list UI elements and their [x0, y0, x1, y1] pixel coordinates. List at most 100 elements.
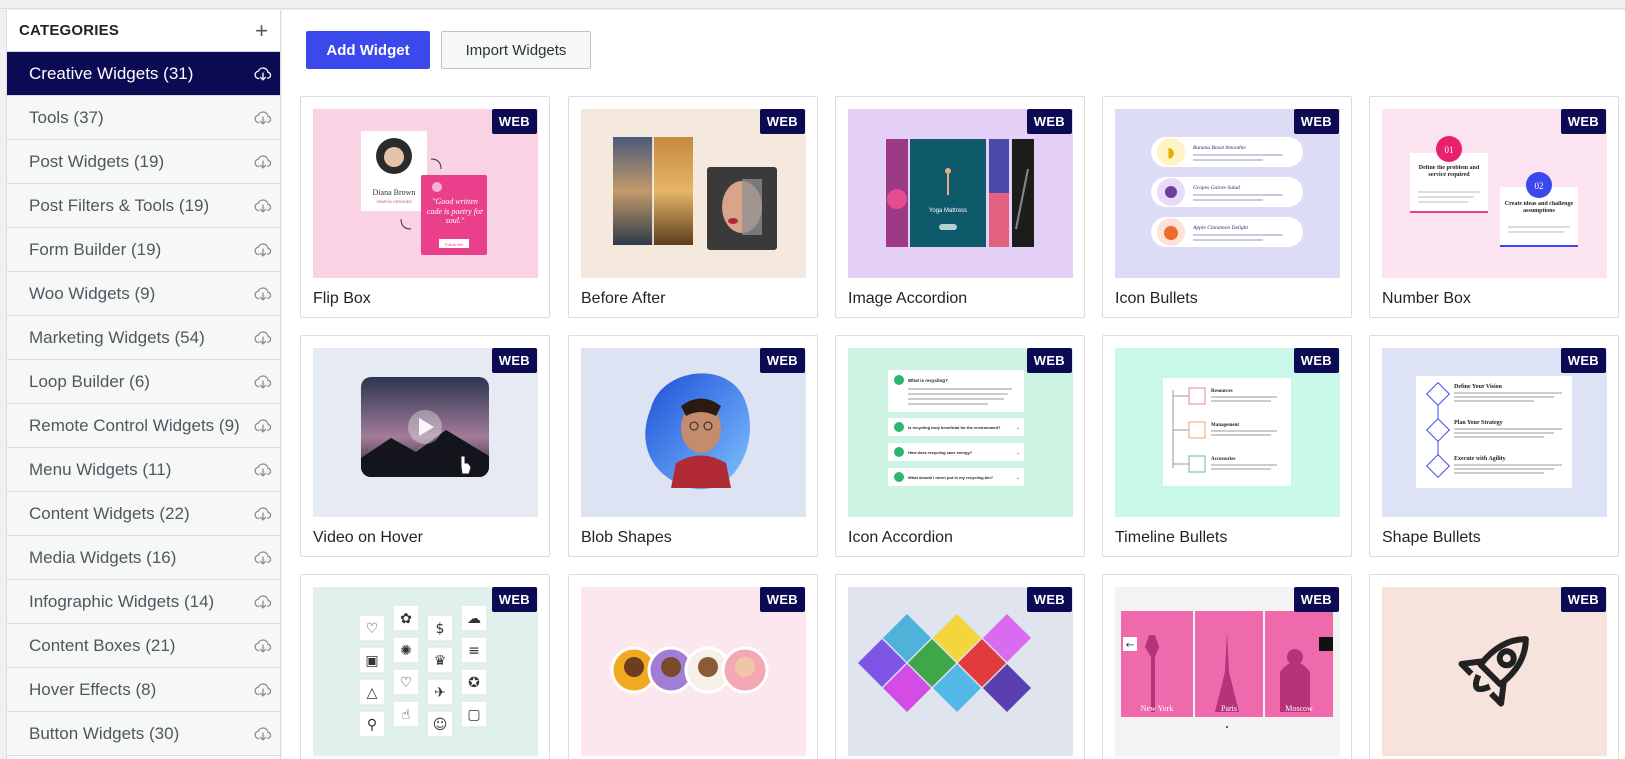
blob-shapes-preview	[645, 373, 750, 490]
widget-title: Timeline Bullets	[1115, 529, 1228, 546]
svg-text:☺: ☺	[433, 717, 448, 733]
city-3-text: Moscow	[1285, 704, 1313, 713]
yoga-title-text: Yoga Mattress	[929, 208, 967, 214]
cloud-download-icon[interactable]	[252, 635, 274, 657]
web-badge: WEB	[1293, 109, 1339, 134]
svg-text:✈: ✈	[434, 685, 446, 701]
num-2-heading: Create ideas and challenge assumptions	[1504, 201, 1574, 215]
widget-thumbnail: ♡ ✿ $ ☁ ▣ ✺ ♛ ≡ △ ♡ ✈ ✪ ⚲ ☝ ☺ ▢	[313, 587, 538, 756]
widget-thumbnail: ◗ Banana Boost Smoothie Grapes Galore Sa…	[1115, 109, 1340, 278]
diamond-grid-preview	[857, 613, 1032, 713]
sidebar-category-item[interactable]: Media Widgets (16)	[7, 536, 280, 580]
web-badge: WEB	[1026, 587, 1072, 612]
sidebar-category-item[interactable]: Form Builder (19)	[7, 228, 280, 272]
cloud-download-icon[interactable]	[252, 327, 274, 349]
timeline-bullets-preview: Resources Management Accessories	[1163, 378, 1291, 486]
category-label: Tools (37)	[29, 107, 104, 127]
bullet-1-text: Banana Boost Smoothie	[1193, 145, 1246, 151]
sidebar-category-item[interactable]: Hover Effects (8)	[7, 668, 280, 712]
cloud-download-icon[interactable]	[252, 723, 274, 745]
cloud-download-icon[interactable]	[252, 503, 274, 525]
widget-card-avatar-group[interactable]: WEB	[568, 574, 818, 759]
widget-card-icons-grid[interactable]: ♡ ✿ $ ☁ ▣ ✺ ♛ ≡ △ ♡ ✈ ✪ ⚲ ☝ ☺ ▢ WEB	[300, 574, 550, 759]
svg-text:△: △	[367, 685, 378, 701]
cloud-download-icon[interactable]	[252, 151, 274, 173]
flip-box-preview: Diana Brown GRAPHIC DESIGNER "Good writt…	[361, 131, 487, 255]
cloud-download-icon[interactable]	[252, 679, 274, 701]
widget-thumbnail: Diana Brown GRAPHIC DESIGNER "Good writt…	[313, 109, 538, 278]
cloud-download-icon[interactable]	[252, 239, 274, 261]
web-badge: WEB	[1560, 348, 1606, 373]
widget-card-icon-bullets[interactable]: ◗ Banana Boost Smoothie Grapes Galore Sa…	[1102, 96, 1352, 318]
cloud-download-icon[interactable]	[252, 283, 274, 305]
svg-text:✪: ✪	[468, 675, 480, 691]
acc-3-text: How does recycling save energy?	[908, 450, 973, 455]
web-badge: WEB	[1560, 109, 1606, 134]
widget-card-timeline-bullets[interactable]: Resources Management Accessories WEB Tim…	[1102, 335, 1352, 557]
widget-card-rocket[interactable]: WEB	[1369, 574, 1619, 759]
cloud-download-icon[interactable]	[252, 591, 274, 613]
icon-bullets-preview: ◗ Banana Boost Smoothie Grapes Galore Sa…	[1151, 137, 1303, 247]
rocket-preview	[1458, 636, 1529, 707]
category-label: Infographic Widgets (14)	[29, 591, 215, 611]
web-badge: WEB	[1293, 587, 1339, 612]
sidebar-category-item[interactable]: Remote Control Widgets (9)	[7, 404, 280, 448]
web-badge: WEB	[491, 587, 537, 612]
sidebar-category-item[interactable]: Post Filters & Tools (19)	[7, 184, 280, 228]
cloud-download-icon[interactable]	[252, 107, 274, 129]
add-category-icon[interactable]: +	[255, 19, 268, 42]
widget-card-flip-box[interactable]: Diana Brown GRAPHIC DESIGNER "Good writt…	[300, 96, 550, 318]
num-1-heading: Define the problem and service required	[1418, 165, 1480, 179]
sidebar-category-item[interactable]: Button Widgets (30)	[7, 712, 280, 756]
widget-title: Flip Box	[313, 290, 371, 307]
svg-text:♡: ♡	[400, 675, 413, 691]
categories-title: CATEGORIES	[19, 22, 120, 39]
sidebar-category-item[interactable]: Marketing Widgets (54)	[7, 316, 280, 360]
widget-title: Number Box	[1382, 290, 1471, 307]
bullet-3-text: Apple Cinnamon Delight	[1192, 225, 1248, 231]
cloud-download-icon[interactable]	[252, 547, 274, 569]
svg-text:☁: ☁	[467, 611, 481, 627]
add-widget-button[interactable]: Add Widget	[306, 31, 430, 69]
sidebar-category-item[interactable]: Tools (37)	[7, 96, 280, 140]
svg-text:⚲: ⚲	[367, 717, 377, 733]
cloud-download-icon[interactable]	[252, 459, 274, 481]
before-after-preview	[613, 137, 777, 250]
cloud-download-icon[interactable]	[252, 415, 274, 437]
widget-card-blob-shapes[interactable]: WEB Blob Shapes	[568, 335, 818, 557]
cloud-download-icon[interactable]	[252, 63, 274, 85]
category-label: Menu Widgets (11)	[29, 459, 172, 479]
sidebar-category-item[interactable]: Post Widgets (19)	[7, 140, 280, 184]
sidebar-category-item[interactable]: Content Widgets (22)	[7, 492, 280, 536]
widget-thumbnail: Yoga Mattress	[848, 109, 1073, 278]
cloud-download-icon[interactable]	[252, 195, 274, 217]
flip-name-text: Diana Brown	[373, 188, 416, 197]
sidebar-category-item[interactable]: Loop Builder (6)	[7, 360, 280, 404]
sidebar-category-item[interactable]: Woo Widgets (9)	[7, 272, 280, 316]
sidebar-category-item[interactable]: Menu Widgets (11)	[7, 448, 280, 492]
category-label: Post Filters & Tools (19)	[29, 195, 210, 215]
num-2-text: 02	[1535, 181, 1544, 191]
app-frame: CATEGORIES + Creative Widgets (31) Tools …	[0, 0, 1625, 759]
widget-title: Video on Hover	[313, 529, 423, 546]
widget-card-video-on-hover[interactable]: WEB Video on Hover	[300, 335, 550, 557]
web-badge: WEB	[759, 348, 805, 373]
sidebar-category-item[interactable]: Infographic Widgets (14)	[7, 580, 280, 624]
import-widgets-button[interactable]: Import Widgets	[441, 31, 591, 69]
sidebar-category-item[interactable]: Content Boxes (21)	[7, 624, 280, 668]
widget-card-shape-bullets[interactable]: Define Your Vision Plan Your Strategy Ex…	[1369, 335, 1619, 557]
widget-card-diamond-grid[interactable]: WEB	[835, 574, 1085, 759]
widget-card-before-after[interactable]: WEB Before After	[568, 96, 818, 318]
sidebar-category-item[interactable]: Creative Widgets (31)	[7, 52, 280, 96]
widget-thumbnail	[581, 109, 806, 278]
widget-card-number-box[interactable]: 01 Define the problem and service requir…	[1369, 96, 1619, 318]
widget-title: Blob Shapes	[581, 529, 672, 546]
widget-card-image-accordion[interactable]: Yoga Mattress WEB Image Accordion	[835, 96, 1085, 318]
svg-text:✺: ✺	[400, 643, 412, 659]
widget-card-city-slider[interactable]: New York Paris Moscow ← WEB	[1102, 574, 1352, 759]
widget-thumbnail	[1382, 587, 1607, 756]
svg-text:⌄: ⌄	[1016, 425, 1020, 431]
tl-1-text: Resources	[1211, 389, 1233, 394]
cloud-download-icon[interactable]	[252, 371, 274, 393]
widget-card-icon-accordion[interactable]: What is recycling? Is recycling truly be…	[835, 335, 1085, 557]
